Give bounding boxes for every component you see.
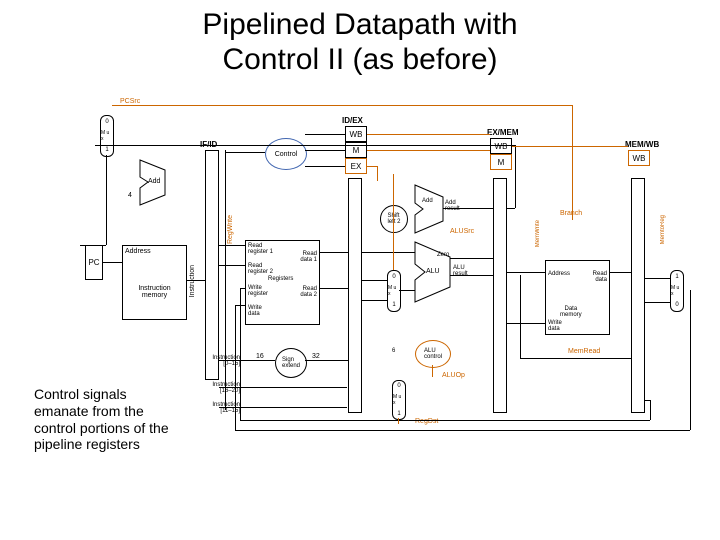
regwrite-label: RegWrite — [227, 215, 234, 244]
control-unit: Control — [265, 138, 307, 170]
alu-control: ALU control — [415, 340, 451, 368]
data-memory: Address Read data Data memory Write data — [545, 260, 610, 335]
exmem-m: M — [490, 154, 512, 170]
pcsrc-label: PCSrc — [120, 98, 140, 105]
memwb-label: MEM/WB — [625, 140, 659, 149]
title-line-2: Control II (as before) — [222, 43, 497, 76]
sixteen-label: 16 — [256, 353, 264, 360]
exmem-label: EX/MEM — [487, 128, 519, 137]
exmem-wb: WB — [490, 138, 512, 154]
idex-label: ID/EX — [342, 116, 363, 125]
memtoreg-mux: 1 M u x 0 — [670, 270, 684, 312]
memwb-wb: WB — [628, 150, 650, 166]
instruction-label: Instruction — [189, 265, 196, 297]
six-label: 6 — [392, 348, 395, 354]
instruction-memory: Address Instruction memory — [122, 245, 187, 320]
pc-register: PC — [85, 245, 103, 280]
add-label-1: Add — [148, 178, 160, 185]
aluop-label: ALUOp — [442, 372, 465, 379]
ifid-register — [205, 150, 219, 380]
thirtytwo-label: 32 — [312, 353, 320, 360]
idex-ex: EX — [345, 158, 367, 174]
memtoreg-label: MemtoReg — [660, 215, 666, 244]
add-result-label: Add result — [445, 200, 460, 212]
memwrite-label: MemWrite — [535, 220, 541, 247]
title-line-1: Pipelined Datapath with — [202, 8, 517, 41]
sign-extend: Sign extend — [275, 348, 307, 378]
add-label-2: Add — [422, 198, 433, 204]
pcsrc-mux: 0 M u x 1 — [100, 115, 114, 157]
datapath-diagram: PCSrc 0 M u x 1 PC Address Instruction m… — [80, 100, 700, 440]
memwb-data — [631, 178, 645, 413]
idex-wb: WB — [345, 126, 367, 142]
exmem-data — [493, 178, 507, 413]
zero-label: Zero — [437, 252, 449, 258]
shift-left-2: Shift left 2 — [380, 205, 408, 233]
register-file: Read register 1 Read register 2 Write re… — [245, 240, 320, 325]
four-label: 4 — [128, 192, 132, 199]
alusrc-mux: 0 M u x 1 — [387, 270, 401, 312]
alu-label: ALU — [426, 268, 440, 275]
idex-data — [348, 178, 362, 413]
alusrc-label: ALUSrc — [450, 228, 474, 235]
regdst-mux: 0 M u x 1 — [392, 380, 406, 420]
memread-label: MemRead — [568, 348, 600, 355]
